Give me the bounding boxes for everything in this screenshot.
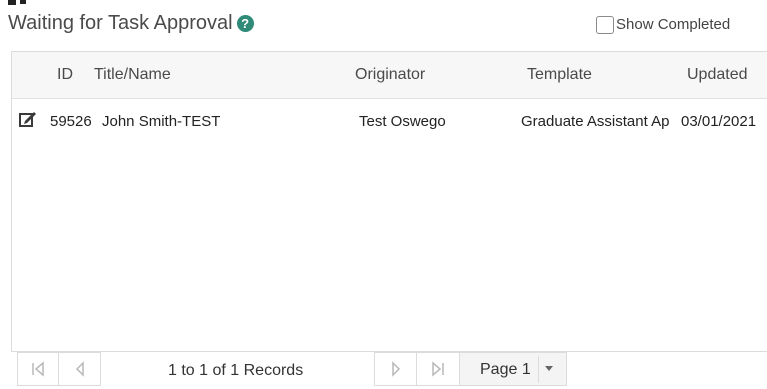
previous-page-icon — [75, 361, 84, 377]
column-header-originator[interactable]: Originator — [355, 66, 425, 84]
top-edge — [0, 0, 767, 6]
cell-template: Graduate Assistant Ap — [521, 113, 670, 130]
show-completed-checkbox[interactable] — [596, 16, 614, 34]
table-row[interactable]: 59526 John Smith-TEST Test Oswego Gradua… — [12, 99, 767, 147]
column-header-template[interactable]: Template — [527, 66, 592, 84]
column-header-updated[interactable]: Updated — [687, 66, 748, 84]
records-count: 1 to 1 of 1 Records — [168, 362, 304, 379]
previous-page-button[interactable] — [58, 352, 101, 386]
table-header: ID Title/Name Originator Template Update… — [12, 52, 767, 99]
chevron-down-icon[interactable] — [545, 366, 553, 371]
first-page-button[interactable] — [17, 352, 59, 386]
task-table: ID Title/Name Originator Template Update… — [11, 51, 767, 352]
show-completed-label[interactable]: Show Completed — [616, 16, 730, 34]
page-title: Waiting for Task Approval — [8, 12, 233, 34]
top-edge-mark — [20, 0, 26, 4]
page-select-divider — [538, 356, 539, 383]
pagination-bar: 1 to 1 of 1 Records Page 1 — [0, 352, 767, 387]
last-page-button[interactable] — [416, 352, 460, 386]
cell-id: 59526 — [50, 113, 92, 130]
edit-icon[interactable] — [18, 109, 38, 129]
page-title-block: Waiting for Task Approval? — [8, 9, 254, 37]
next-page-button[interactable] — [374, 352, 417, 386]
cell-originator: Test Oswego — [359, 113, 446, 130]
column-header-id[interactable]: ID — [57, 66, 73, 84]
cell-title: John Smith-TEST — [102, 113, 221, 130]
help-icon[interactable]: ? — [236, 15, 254, 32]
top-edge-mark — [8, 0, 16, 5]
page-select-value: Page 1 — [480, 361, 531, 378]
next-page-icon — [391, 361, 400, 377]
page-select[interactable]: Page 1 — [459, 352, 567, 386]
show-completed-toggle[interactable]: Show Completed — [596, 10, 730, 34]
last-page-icon — [432, 361, 444, 377]
cell-updated: 03/01/2021 — [681, 113, 757, 130]
column-header-title[interactable]: Title/Name — [94, 66, 171, 84]
first-page-icon — [32, 361, 44, 377]
